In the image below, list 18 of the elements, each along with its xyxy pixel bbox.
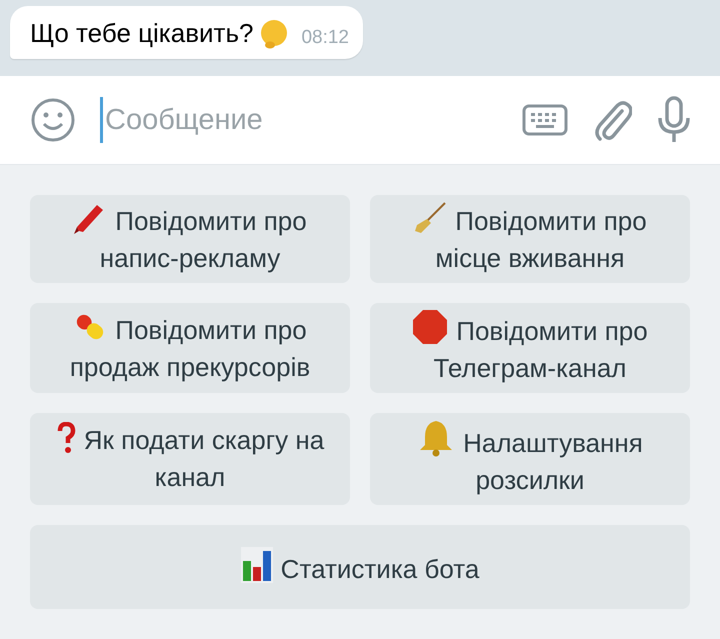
keyboard-button[interactable]: Повідомити про напис-рекламу: [30, 195, 350, 283]
keyboard-button[interactable]: Повідомити про Телеграм-канал: [370, 303, 690, 393]
question-mark-icon: [56, 422, 76, 454]
bar-chart-icon: [240, 546, 273, 582]
keyboard-button[interactable]: Налаштування розсилки: [370, 413, 690, 505]
message-text: Що тебе цікавить?: [30, 18, 254, 49]
keyboard-button[interactable]: Повідомити про місце вживання: [370, 195, 690, 283]
broom-icon: [413, 201, 448, 235]
stop-sign-icon: [412, 309, 448, 345]
emoji-icon[interactable]: [30, 97, 76, 144]
keyboard-icon[interactable]: [522, 104, 568, 136]
microphone-icon[interactable]: [656, 96, 692, 144]
message-time: 08:12: [301, 27, 349, 49]
keyboard-button[interactable]: Як подати скаргу на канал: [30, 413, 350, 505]
message-input-bar[interactable]: Сообщение: [0, 76, 720, 165]
keyboard-button[interactable]: Статистика бота: [30, 525, 690, 609]
keyboard-button[interactable]: Повідомити про продаж прекурсорів: [30, 303, 350, 393]
message-input[interactable]: Сообщение: [100, 97, 498, 144]
